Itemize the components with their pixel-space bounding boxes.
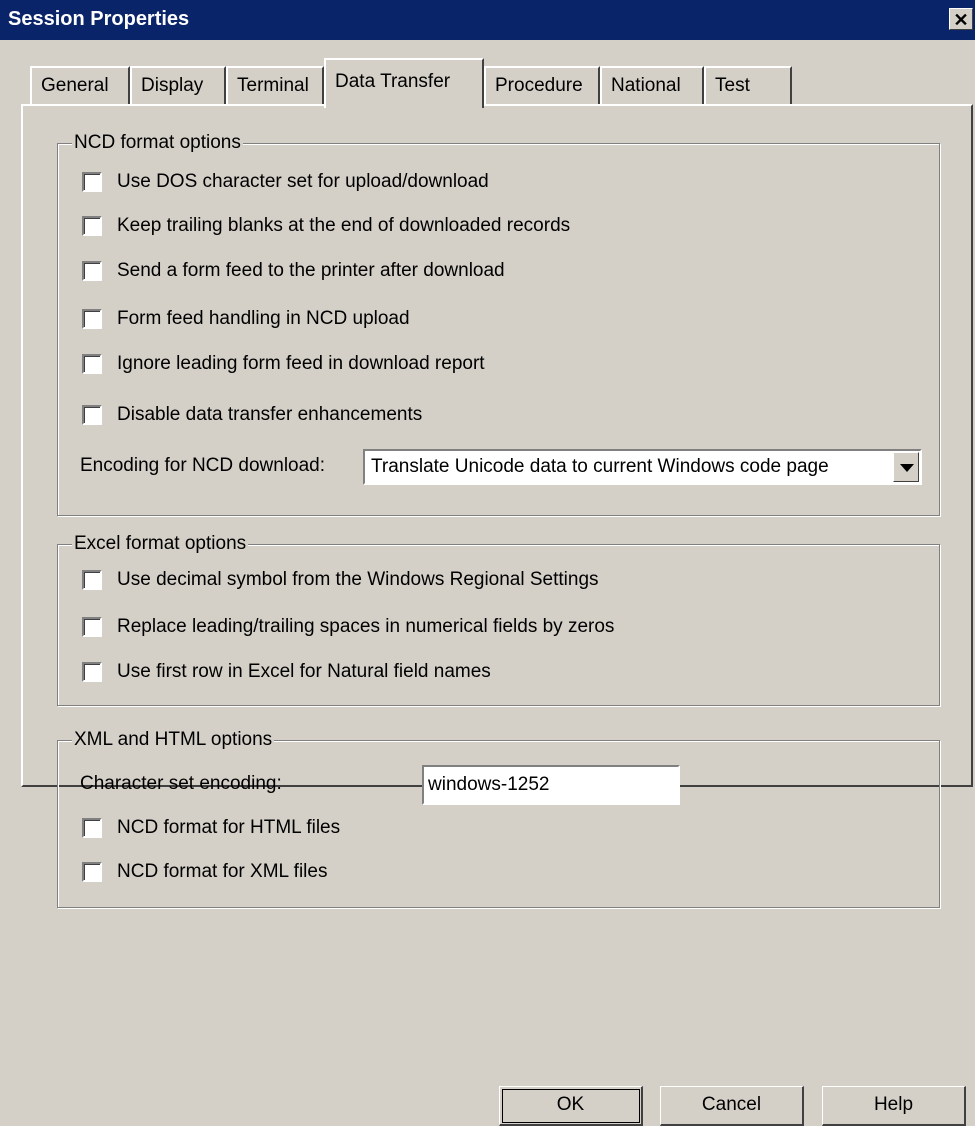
window-title: Session Properties [8,8,190,30]
option-label: Disable data transfer enhancements [117,404,423,425]
help-button[interactable]: Help [822,1086,966,1126]
group-label: XML and HTML options [72,728,275,752]
group-label: NCD format options [72,131,243,155]
tab-label: Test [715,75,750,96]
button-label: Cancel [701,1094,762,1115]
checkbox[interactable] [82,309,102,329]
option-send-form-feed[interactable]: Send a form feed to the printer after do… [82,260,505,286]
title-bar: Session Properties ✕ [0,0,975,40]
option-form-feed-handling[interactable]: Form feed handling in NCD upload [82,308,410,334]
checkbox[interactable] [82,172,102,192]
option-label: NCD format for XML files [117,861,328,882]
tab-label: Procedure [495,75,583,96]
checkbox[interactable] [82,862,102,882]
option-ignore-leading-form-feed[interactable]: Ignore leading form feed in download rep… [82,353,485,379]
tab-general[interactable]: General [30,66,130,104]
tab-data-transfer[interactable]: Data Transfer [324,58,484,108]
option-ncd-html[interactable]: NCD format for HTML files [82,817,340,843]
tab-terminal[interactable]: Terminal [226,66,324,104]
group-label: Excel format options [72,532,249,556]
option-label: Ignore leading form feed in download rep… [117,353,485,374]
charset-input[interactable] [422,765,680,805]
option-label: Form feed handling in NCD upload [117,308,410,329]
option-replace-spaces[interactable]: Replace leading/trailing spaces in numer… [82,616,614,642]
checkbox[interactable] [82,570,102,590]
tab-label: General [41,75,109,96]
checkbox[interactable] [82,405,102,425]
option-label: Use decimal symbol from the Windows Regi… [117,569,599,590]
tab-label: Display [141,75,204,96]
tab-display[interactable]: Display [130,66,226,104]
option-label: NCD format for HTML files [117,817,341,838]
option-label: Replace leading/trailing spaces in numer… [117,616,615,637]
option-label: Use DOS character set for upload/downloa… [117,171,489,192]
charset-label: Character set encoding: [80,773,282,794]
option-decimal-symbol[interactable]: Use decimal symbol from the Windows Regi… [82,569,599,595]
option-disable-enhancements[interactable]: Disable data transfer enhancements [82,404,422,430]
checkbox[interactable] [82,354,102,374]
checkbox[interactable] [82,818,102,838]
tab-label: Data Transfer [335,71,451,92]
close-button[interactable]: ✕ [949,8,973,30]
checkbox[interactable] [82,216,102,236]
close-icon: ✕ [953,10,969,30]
option-label: Keep trailing blanks at the end of downl… [117,215,571,236]
tab-label: Terminal [237,75,309,96]
ok-button[interactable]: OK [499,1086,643,1126]
checkbox[interactable] [82,662,102,682]
encoding-select[interactable]: Translate Unicode data to current Window… [363,449,922,485]
checkbox[interactable] [82,617,102,637]
option-label: Send a form feed to the printer after do… [117,260,505,281]
tab-label: National [611,75,681,96]
tab-national[interactable]: National [600,66,704,104]
option-first-row-names[interactable]: Use first row in Excel for Natural field… [82,661,491,687]
button-label: Help [873,1094,914,1115]
encoding-value: Translate Unicode data to current Window… [371,456,829,477]
button-label: OK [556,1094,585,1115]
option-label: Use first row in Excel for Natural field… [117,661,491,682]
option-dos-charset[interactable]: Use DOS character set for upload/downloa… [82,171,489,197]
option-ncd-xml[interactable]: NCD format for XML files [82,861,327,887]
cancel-button[interactable]: Cancel [660,1086,804,1126]
encoding-label: Encoding for NCD download: [80,455,326,476]
option-keep-trailing-blanks[interactable]: Keep trailing blanks at the end of downl… [82,215,570,241]
checkbox[interactable] [82,261,102,281]
tab-procedure[interactable]: Procedure [484,66,600,104]
chevron-down-icon[interactable] [893,452,919,482]
tab-test[interactable]: Test [704,66,792,104]
